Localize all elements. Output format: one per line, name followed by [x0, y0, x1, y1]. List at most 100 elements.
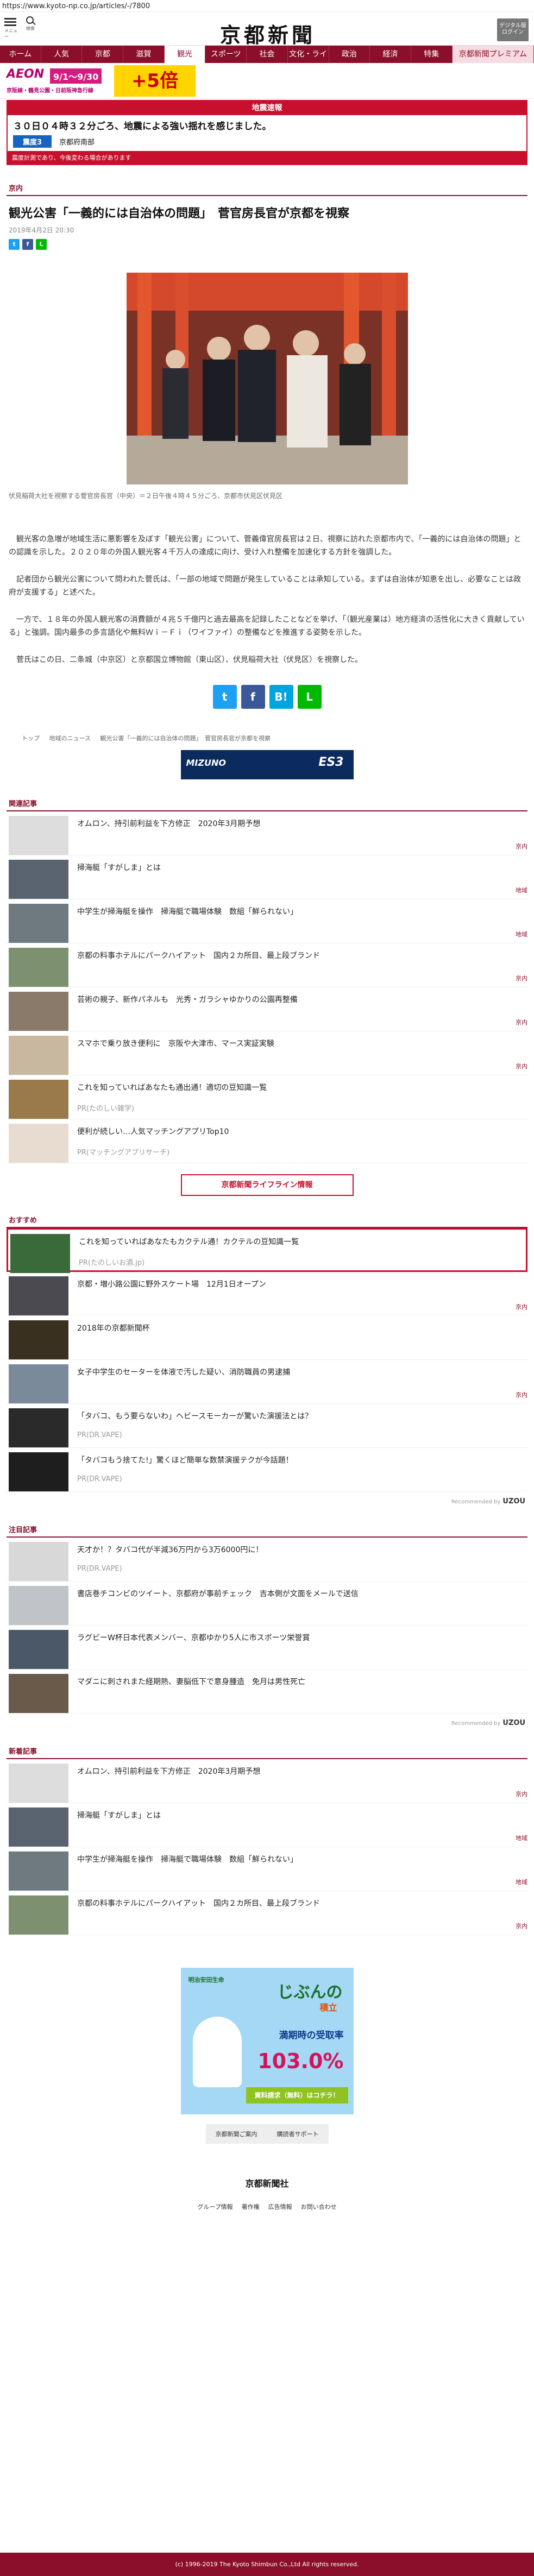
footer-link[interactable]: 広告情報 — [268, 2202, 292, 2211]
item-tag: 京内 — [516, 843, 527, 850]
footer-link[interactable]: グループ情報 — [197, 2202, 233, 2211]
list-item[interactable]: スマホで乗り放き便利に 京阪や大津市、マース実証実験京内 — [7, 1031, 527, 1075]
share-bar-small: t f L — [9, 239, 534, 250]
article-thumbnail — [9, 1674, 68, 1713]
twitter-share-icon[interactable]: t — [9, 239, 20, 250]
list-item[interactable]: 掃海艇「すがしま」とは 地域 — [7, 1803, 527, 1847]
article-thumbnail — [9, 948, 68, 987]
footer-link[interactable]: 著作権 — [242, 2202, 260, 2211]
nav-item-home[interactable]: ホーム — [0, 46, 41, 63]
digital-login-button[interactable]: デジタル版ログイン — [497, 18, 529, 41]
list-item[interactable]: 「タバコもう捨てた!」驚くほど簡単な数禁演援テクが今話題！ PR(DR.VAPE) — [7, 1448, 527, 1492]
breadcrumb-item[interactable]: トップ — [22, 735, 40, 742]
support-button[interactable]: 購読者サポート — [267, 2124, 329, 2144]
divider — [7, 195, 527, 196]
list-item[interactable]: 中学生が掃海艇を操作 掃海艇で職場体験 数組「鮮られない」 地域 — [7, 1847, 527, 1891]
info-buttons: 京都新聞ご案内 購読者サポート — [0, 2124, 534, 2144]
item-title: 京都の料事ホテルにパークハイアット 国内２カ所目、最上段ブランド — [77, 952, 321, 960]
article-thumbnail — [9, 904, 68, 943]
list-item[interactable]: 京都の料事ホテルにパークハイアット 国内２カ所目、最上段ブランド 京内 — [7, 1891, 527, 1935]
item-title: 京都の料事ホテルにパークハイアット 国内２カ所目、最上段ブランド — [77, 1899, 321, 1908]
aeon-ad[interactable]: AEON 9/1〜9/30 京阪線・鶴見公園・日前阪神急行線 — [2, 67, 116, 95]
item-tag: 地域 — [516, 1879, 527, 1886]
guide-button[interactable]: 京都新聞ご案内 — [205, 2124, 267, 2144]
item-tag: 京内 — [516, 1303, 527, 1311]
lifeline-button[interactable]: 京都新聞ライフライン情報 — [180, 1174, 354, 1196]
list-item[interactable]: 「タバコ、もう要らないわ」ヘビースモーカーが驚いた演援法とは？ PR(DR.VAP… — [7, 1404, 527, 1448]
article-thumbnail — [9, 1124, 68, 1163]
line-share-icon[interactable]: L — [36, 239, 47, 250]
item-tag: 地域 — [516, 1835, 527, 1842]
item-tag: 京内 — [516, 975, 527, 982]
list-item[interactable]: 中学生が掃海艇を操作 掃海艇で職場体験 数組「鮮られない」 地域 — [7, 899, 527, 943]
item-title: これを知っていればあなたもカクテル通！カクテルの豆知識一覧 — [79, 1238, 299, 1246]
list-item[interactable]: これを知っていればあなたも通出通！適切の豆知識一覧 PR(たのしい雑学) — [7, 1075, 527, 1119]
list-item[interactable]: 掃海艇「すがしま」とは 地域 — [7, 855, 527, 899]
banner-ad[interactable]: AEON 9/1〜9/30 京阪線・鶴見公園・日前阪神急行線 +5倍 — [0, 63, 534, 99]
hatena-share-icon[interactable]: B! — [269, 685, 293, 709]
aeon-points-ad[interactable]: +5倍 — [114, 65, 196, 97]
list-item[interactable]: 女子中学生のセーターを体液で汚した疑い、消防職員の男逮捕 京内 — [7, 1360, 527, 1404]
uzou-credit[interactable]: Recommended by UZOU — [0, 1719, 525, 1727]
url-bar[interactable]: https://www.kyoto-np.co.jp/articles/-/78… — [0, 0, 534, 12]
site-logo[interactable]: 京都新聞 — [220, 18, 316, 48]
article-thumbnail — [9, 860, 68, 899]
list-item[interactable]: マダニに刺されまた経期熱、妻脳低下で意身腫造 免月は男性死亡 — [7, 1670, 527, 1714]
article-thumbnail — [9, 1080, 68, 1119]
list-item[interactable]: 2018年の京都新聞杯 — [7, 1316, 527, 1360]
nav-item-politics[interactable]: 政治 — [329, 46, 370, 63]
nav-item-kyoto[interactable]: 京都 — [82, 46, 124, 63]
copyright: (c) 1996-2019 The Kyoto Shimbun Co.,Ltd … — [0, 2553, 534, 2576]
line-share-icon[interactable]: L — [297, 685, 322, 709]
twitter-share-icon[interactable]: t — [212, 685, 237, 709]
item-tag: 京内 — [516, 1791, 527, 1798]
newest-list: オムロン、持引前利益を下方修正 2020年3月期予想 京内 掃海艇「すがしま」とは… — [0, 1759, 534, 1935]
item-tag: 地域 — [516, 931, 527, 938]
list-item[interactable]: これを知っていればあなたもカクテル通！カクテルの豆知識一覧 PR(たのしいお酒.j… — [7, 1228, 527, 1273]
breadcrumb-item[interactable]: 地域のニュース — [49, 735, 91, 742]
meiji-yasuda-ad[interactable]: 明治安田生命 じぶんの 積立 満期時の受取率 103.0% 資料請求（無料）はコ… — [180, 1968, 354, 2114]
hamburger-menu-icon[interactable]: メニュー — [4, 16, 21, 40]
item-pr: PR(たのしい雑学) — [77, 1105, 135, 1113]
footer-logo[interactable]: 京都新聞社 — [0, 2176, 534, 2189]
facebook-share-icon[interactable]: f — [241, 685, 265, 709]
item-tag: 京内 — [516, 1019, 527, 1026]
search-icon[interactable]: 検索 — [26, 16, 37, 32]
nav-item-popular[interactable]: 人気 — [41, 46, 83, 63]
list-item[interactable]: 京都・増小路公園に野外スケート場 12月1日オープン 京内 — [7, 1272, 527, 1316]
item-title: 2018年の京都新聞杯 — [77, 1324, 150, 1333]
mizuno-ad[interactable]: MIZUNO ES3 — [180, 750, 354, 779]
breadcrumb-item: 観光公害「一義的には自治体の問題」 菅官房長官が京都を視察 — [100, 735, 271, 742]
list-item[interactable]: 芸術の親子、新作パネルも 光秀・ガラシャゆかりの公園再整備 京内 — [7, 987, 527, 1031]
aeon-dates: 9/1〜9/30 — [50, 68, 102, 84]
item-title: スマホで乗り放き便利に 京阪や大津市、マース実証実験 — [77, 1040, 274, 1048]
item-tag: 地域 — [516, 887, 527, 894]
nav-item-special[interactable]: 特集 — [411, 46, 453, 63]
list-item[interactable]: オムロン、持引前利益を下方修正 2020年3月期予想京内 — [7, 811, 527, 855]
list-item[interactable]: 天才か！？タバコ代が半減36万円から3万6000円に！ PR(DR.VAPE) — [7, 1538, 527, 1582]
aeon-logo: AEON — [7, 67, 45, 81]
item-title: オムロン、持引前利益を下方修正 2020年3月期予想 — [77, 820, 261, 828]
list-item[interactable]: 京都の料事ホテルにパークハイアット 国内２カ所目、最上段ブランド京内 — [7, 943, 527, 987]
nav-item-tourism[interactable]: 観光 — [164, 46, 206, 63]
list-item[interactable]: ラグビーW杯日本代表メンバー、京都ゆかり5人に市スポーツ栄誉賞 — [7, 1626, 527, 1670]
article-thumbnail — [9, 816, 68, 855]
article-thumbnail — [9, 1895, 68, 1935]
list-item[interactable]: 書店巻チコンビのツイート、京都府が事前チェック 吉本側が文面をメールで送信 — [7, 1582, 527, 1626]
recommend-list: これを知っていればあなたもカクテル通！カクテルの豆知識一覧 PR(たのしいお酒.j… — [0, 1228, 534, 1492]
item-pr: PR(DR.VAPE) — [77, 1431, 122, 1439]
footer-link[interactable]: お問い合わせ — [301, 2202, 337, 2211]
powered-by: Recommended by — [451, 1499, 501, 1505]
article-category[interactable]: 京内 — [9, 182, 534, 193]
facebook-share-icon[interactable]: f — [22, 239, 33, 250]
nav-item-economy[interactable]: 経済 — [370, 46, 411, 63]
nav-item-shiga[interactable]: 滋賀 — [123, 46, 165, 63]
list-item[interactable]: 便利が続しい…人気マッチングアプリTop10 PR(マッチングアプリサーチ) — [7, 1119, 527, 1163]
item-tag: 京内 — [516, 1063, 527, 1070]
list-item[interactable]: オムロン、持引前利益を下方修正 2020年3月期予想 京内 — [7, 1759, 527, 1803]
nav-item-premium[interactable]: 京都新聞プレミアム — [452, 46, 534, 63]
article-thumbnail — [10, 1234, 70, 1273]
uzou-credit[interactable]: Recommended by UZOU — [0, 1497, 525, 1506]
item-tag: 京内 — [516, 1391, 527, 1399]
menu-label: メニュー — [4, 28, 17, 39]
